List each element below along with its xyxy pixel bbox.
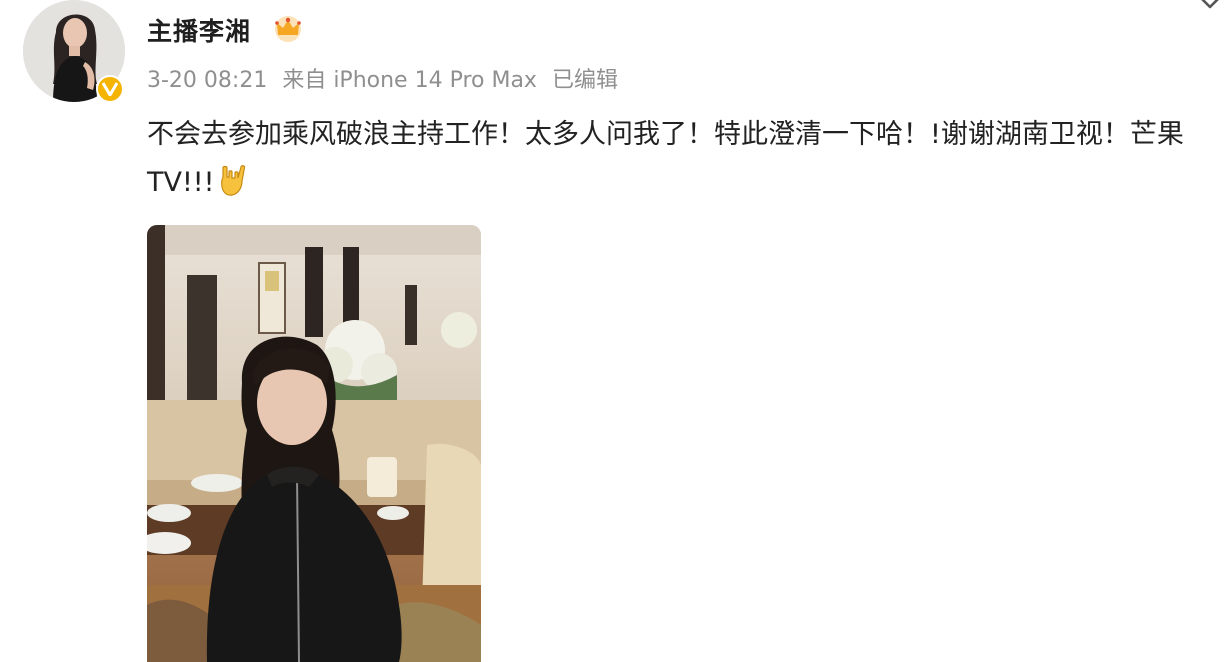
username-link[interactable]: 主播李湘 — [147, 12, 251, 48]
post-photo[interactable] — [147, 225, 481, 662]
post-text: 不会去参加乘风破浪主持工作！太多人问我了！特此澄清一下哈！!谢谢湖南卫视！芒果T… — [147, 111, 1207, 207]
post-photo-image — [147, 225, 481, 662]
rock-hand-emoji-icon — [221, 165, 246, 196]
timestamp[interactable]: 3-20 08:21 — [147, 68, 267, 93]
post-source: 来自 iPhone 14 Pro Max — [282, 68, 537, 93]
post-meta: 3-20 08:21 来自 iPhone 14 Pro Max 已编辑 — [147, 62, 626, 94]
post-text-content: 不会去参加乘风破浪主持工作！太多人问我了！特此澄清一下哈！!谢谢湖南卫视！芒果T… — [147, 119, 1184, 198]
crown-icon[interactable] — [273, 14, 303, 42]
edited-label[interactable]: 已编辑 — [552, 68, 618, 93]
verified-v-icon — [96, 75, 124, 103]
chevron-down-icon[interactable] — [1196, 0, 1224, 16]
